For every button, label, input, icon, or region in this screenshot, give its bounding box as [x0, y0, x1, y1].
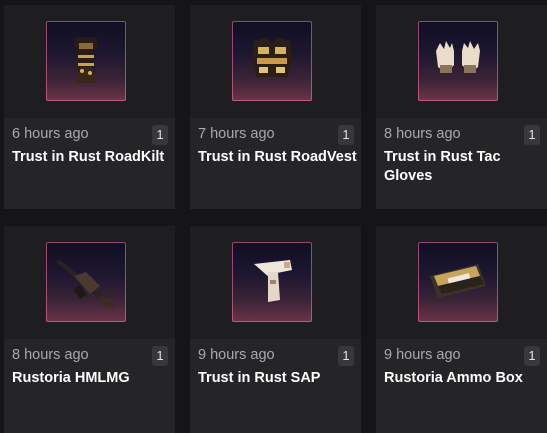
item-time: 8 hours ago [12, 347, 89, 363]
item-time: 8 hours ago [384, 126, 461, 142]
hmlmg-icon [46, 242, 126, 322]
item-card[interactable]: 8 hours ago 1 Rustoria HMLMG [4, 226, 175, 433]
item-name[interactable]: Rustoria Ammo Box [384, 369, 544, 388]
item-time: 6 hours ago [12, 126, 89, 142]
item-name[interactable]: Trust in Rust Tac Gloves [384, 148, 544, 186]
sap-pistol-icon [232, 242, 312, 322]
item-card[interactable]: 9 hours ago 1 Rustoria Ammo Box [376, 226, 547, 433]
roadkilt-icon [46, 21, 126, 101]
item-quantity-badge: 1 [524, 125, 540, 145]
item-name[interactable]: Trust in Rust SAP [198, 369, 358, 388]
item-card[interactable]: 8 hours ago 1 Trust in Rust Tac Gloves [376, 5, 547, 209]
item-time: 9 hours ago [384, 347, 461, 363]
item-name[interactable]: Rustoria HMLMG [12, 369, 172, 388]
roadvest-icon [232, 21, 312, 101]
item-card[interactable]: 6 hours ago 1 Trust in Rust RoadKilt [4, 5, 175, 209]
item-name[interactable]: Trust in Rust RoadVest [198, 148, 358, 167]
item-time: 7 hours ago [198, 126, 275, 142]
item-quantity-badge: 1 [338, 346, 354, 366]
ammo-box-icon [418, 242, 498, 322]
item-quantity-badge: 1 [152, 125, 168, 145]
item-quantity-badge: 1 [524, 346, 540, 366]
item-card[interactable]: 7 hours ago 1 Trust in Rust RoadVest [190, 5, 361, 209]
item-quantity-badge: 1 [152, 346, 168, 366]
item-quantity-badge: 1 [338, 125, 354, 145]
tactical-gloves-icon [418, 21, 498, 101]
item-time: 9 hours ago [198, 347, 275, 363]
item-card[interactable]: 9 hours ago 1 Trust in Rust SAP [190, 226, 361, 433]
item-name[interactable]: Trust in Rust RoadKilt [12, 148, 172, 167]
